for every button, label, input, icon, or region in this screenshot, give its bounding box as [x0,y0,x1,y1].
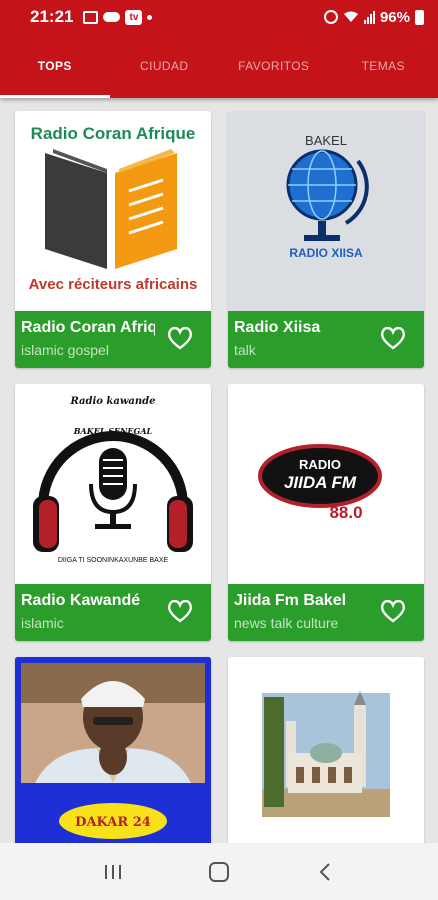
station-tag: talk [234,342,256,358]
alarm-icon [323,10,338,24]
status-bar: 21:21 tv 96% [0,0,438,34]
station-tag: islamic gospel [21,342,109,358]
logo-bottom-text: 88.0 [329,503,362,522]
card-footer: Jiida Fm Bakel news talk culture [228,584,424,641]
recent-apps-icon [105,864,121,879]
station-logo [228,657,424,857]
logo-top-text: Radio Coran Afrique [31,124,196,143]
recent-apps-button[interactable] [93,852,133,892]
tab-tops[interactable]: TOPS [0,34,110,98]
logo-top-text: RADIO [299,457,341,472]
station-grid: Radio Coran Afrique Avec réciteurs afric… [15,111,425,900]
logo-mid-text: JIIDA FM [284,473,357,492]
card-footer: Radio Coran Afrique islamic gospel [15,311,211,368]
logo-arc-text: BAKEL SENEGAL [73,426,153,436]
cloud-icon [103,12,121,22]
tv-app-icon: tv [125,9,143,25]
logo-bottom-text: DIIGA TI SOONINKAXUNBE BAXE [58,557,169,564]
home-icon [209,861,229,882]
station-logo: BAKEL RADIO XIISA [228,111,424,311]
station-title: Radio Coran Afrique [21,319,155,336]
tab-favoritos[interactable]: FAVORITOS [219,34,329,98]
station-logo: RADIO JIIDA FM 88.0 [228,384,424,584]
wifi-icon [343,11,358,22]
favorite-heart-icon[interactable] [167,599,193,623]
battery-icon [415,9,424,25]
favorite-heart-icon[interactable] [167,326,193,350]
system-nav-bar [0,843,438,900]
card-footer: Radio Xiisa talk [228,311,424,368]
station-logo: Radio kawande BAKEL SENEGAL DIIGA TI SOO… [15,384,211,584]
favorite-heart-icon[interactable] [380,599,406,623]
station-tag: islamic [21,615,64,631]
station-title: Jiida Fm Bakel [234,592,347,609]
status-time: 21:21 [30,7,74,26]
logo-bottom-text: RADIO XIISA [289,246,363,260]
station-card[interactable]: BAKEL RADIO XIISA Radio Xiisa talk [228,111,424,368]
station-logo: Radio Coran Afrique Avec réciteurs afric… [15,111,211,311]
logo-bottom-text: DAKAR 24 [75,815,151,830]
station-card[interactable]: RADIO JIIDA FM 88.0 Jiida Fm Bakel news … [228,384,424,641]
tab-temas[interactable]: TEMAS [329,34,438,98]
tab-bar: TOPS CIUDAD FAVORITOS TEMAS [0,34,438,98]
station-logo: DAKAR 24 [15,657,211,857]
station-title: Radio Xiisa [234,319,321,336]
home-button[interactable] [199,852,239,892]
station-tag: news talk culture [234,615,339,631]
back-icon [319,862,330,881]
card-footer: Radio Kawandé islamic [15,584,211,641]
station-card[interactable]: Radio kawande BAKEL SENEGAL DIIGA TI SOO… [15,384,211,641]
tab-ciudad[interactable]: CIUDAD [110,34,220,98]
favorite-heart-icon[interactable] [380,326,406,350]
logo-top-text: BAKEL [305,133,347,148]
station-title: Radio Kawandé [21,592,141,609]
notification-dot-icon [147,14,153,20]
station-card[interactable]: Radio Coran Afrique Avec réciteurs afric… [15,111,211,368]
back-button[interactable] [305,852,345,892]
battery-percent: 96% [379,8,410,26]
signal-icon [363,10,375,24]
logo-top-text: Radio kawande [69,396,155,407]
image-icon [83,10,99,24]
logo-bottom-text: Avec réciteurs africains [29,276,198,293]
